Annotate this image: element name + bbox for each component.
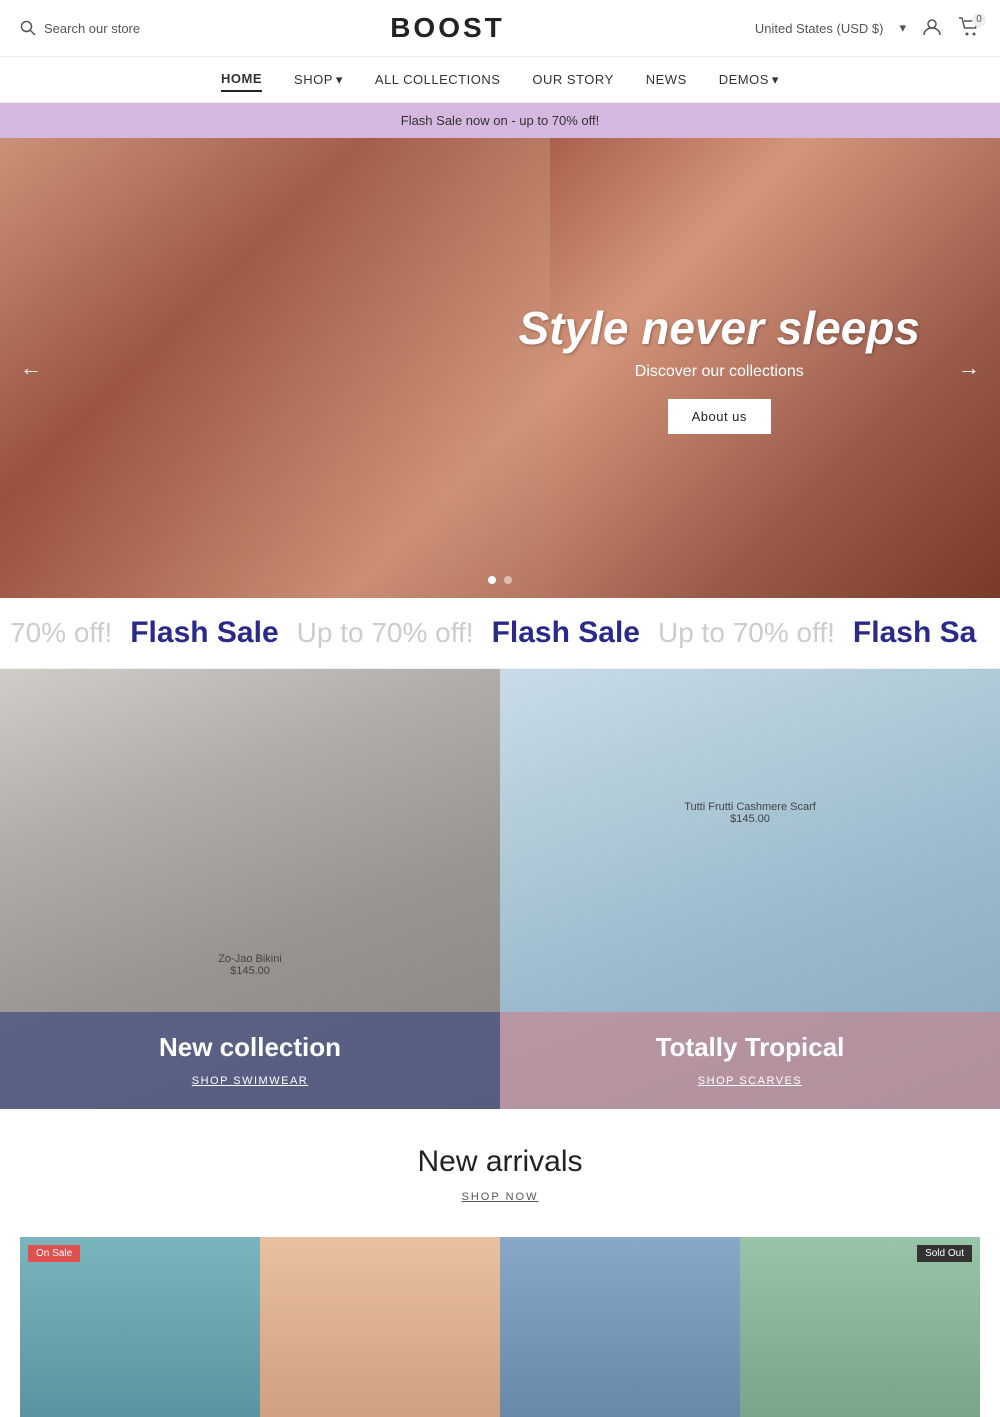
header-actions: United States (USD $) ▾ 0	[755, 17, 980, 40]
promo-banner: Flash Sale now on - up to 70% off!	[0, 103, 1000, 138]
product-price-swimwear: $145.00	[218, 965, 282, 977]
product-name-swimwear: Zo-Jao Bikini	[218, 953, 282, 965]
product-name-tropical: Tutti Frutti Cashmere Scarf	[684, 801, 816, 813]
nav-item-all-collections[interactable]: ALL COLLECTIONS	[375, 72, 501, 91]
flash-ticker: 70% off! Flash Sale Up to 70% off! Flash…	[0, 598, 1000, 669]
ticker-item: 70% off!	[10, 617, 112, 649]
product-item-3[interactable]	[500, 1237, 740, 1417]
search-placeholder: Search our store	[44, 21, 140, 36]
collection-card-swimwear[interactable]: Zo-Jao Bikini $145.00 New collection SHO…	[0, 669, 500, 1109]
new-arrivals-section: New arrivals SHOP NOW	[0, 1109, 1000, 1221]
collection-overlay-swimwear: New collection SHOP SWIMWEAR	[0, 1012, 500, 1109]
product-grid: On Sale Sold Out	[0, 1221, 1000, 1417]
new-arrivals-title: New arrivals	[20, 1145, 980, 1179]
shop-swimwear-link[interactable]: SHOP SWIMWEAR	[192, 1075, 308, 1087]
nav-item-home[interactable]: HOME	[221, 71, 262, 92]
shop-scarves-link[interactable]: SHOP SCARVES	[698, 1075, 802, 1087]
hero-dot-2[interactable]	[504, 576, 512, 584]
ticker-item: Flash Sa	[853, 616, 976, 650]
account-icon[interactable]	[922, 17, 942, 40]
ticker-item: Flash Sale	[492, 616, 640, 650]
hero-dot-1[interactable]	[488, 576, 496, 584]
hero-dots	[488, 576, 512, 584]
hero-subtitle: Discover our collections	[519, 363, 920, 381]
ticker-item: Up to 70% off!	[297, 617, 474, 649]
nav-item-news[interactable]: NEWS	[646, 72, 687, 91]
site-header: Search our store BOOST United States (US…	[0, 0, 1000, 57]
collection-title-tropical: Totally Tropical	[520, 1032, 980, 1063]
product-item-2[interactable]	[260, 1237, 500, 1417]
hero-title: Style never sleeps	[519, 302, 920, 355]
about-us-button[interactable]: About us	[668, 399, 771, 434]
site-logo[interactable]: BOOST	[390, 12, 505, 44]
hero-section: Style never sleeps Discover our collecti…	[0, 138, 1000, 598]
hero-next-button[interactable]: →	[950, 347, 988, 389]
search-icon	[20, 20, 36, 36]
nav-item-our-story[interactable]: OUR STORY	[532, 72, 613, 91]
collection-title-swimwear: New collection	[20, 1032, 480, 1063]
cart-icon[interactable]: 0	[958, 17, 980, 40]
shop-now-link[interactable]: SHOP NOW	[462, 1191, 539, 1203]
main-nav: HOME SHOP ▾ ALL COLLECTIONS OUR STORY NE…	[0, 57, 1000, 103]
cart-count: 0	[972, 13, 986, 27]
ticker-item: Up to 70% off!	[658, 617, 835, 649]
region-selector[interactable]: United States (USD $)	[755, 21, 884, 36]
ticker-item: Flash Sale	[130, 616, 278, 650]
chevron-down-icon: ▾	[336, 72, 343, 88]
hero-prev-button[interactable]: ←	[12, 347, 50, 389]
nav-item-shop[interactable]: SHOP ▾	[294, 72, 343, 92]
collections-grid: Zo-Jao Bikini $145.00 New collection SHO…	[0, 669, 1000, 1109]
chevron-down-icon: ▾	[772, 72, 779, 88]
product-price-tropical: $145.00	[684, 813, 816, 825]
collection-card-tropical[interactable]: Tutti Frutti Cashmere Scarf $145.00 Tota…	[500, 669, 1000, 1109]
collection-overlay-tropical: Totally Tropical SHOP SCARVES	[500, 1012, 1000, 1109]
product-item-1[interactable]: On Sale	[20, 1237, 260, 1417]
nav-item-demos[interactable]: DEMOS ▾	[719, 72, 779, 92]
chevron-down-icon[interactable]: ▾	[899, 20, 906, 36]
search-bar[interactable]: Search our store	[20, 20, 140, 36]
product-item-4[interactable]: Sold Out	[740, 1237, 980, 1417]
